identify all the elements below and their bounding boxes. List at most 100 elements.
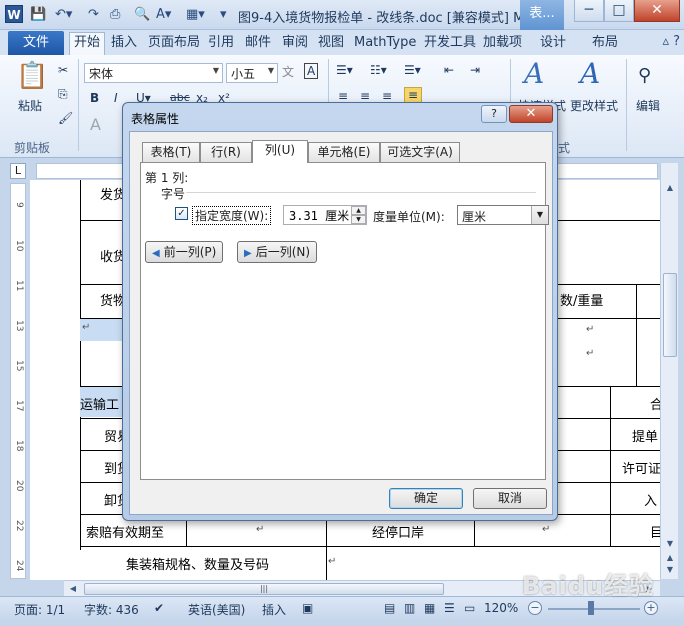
tab-references[interactable]: 引用 xyxy=(208,33,234,55)
justify-icon[interactable]: ≡ xyxy=(404,87,423,103)
preferred-width-label[interactable]: 指定宽度(W): xyxy=(192,206,272,225)
zoom-slider[interactable] xyxy=(548,608,640,610)
quick-styles-icon[interactable]: A xyxy=(524,57,544,90)
undo-icon[interactable]: ↶▾ xyxy=(55,6,72,24)
save-icon[interactable]: 💾 xyxy=(30,6,46,24)
print-layout-view-icon[interactable]: ▤ xyxy=(384,601,395,615)
cut-icon[interactable]: ✂ xyxy=(58,63,68,77)
zoom-out-icon[interactable]: − xyxy=(528,601,542,615)
tab-design[interactable]: 设计 xyxy=(540,33,566,55)
dialog-close-button[interactable]: ✕ xyxy=(509,105,553,123)
previous-column-button[interactable]: ◀ 前一列(P) xyxy=(145,241,224,263)
numbering-icon[interactable]: ☷▾ xyxy=(370,63,387,77)
multilevel-list-icon[interactable]: ☰▾ xyxy=(404,63,421,77)
phonetic-guide-icon[interactable]: 文 xyxy=(282,63,294,80)
italic-icon[interactable]: I xyxy=(114,91,118,105)
zoom-slider-thumb[interactable] xyxy=(588,601,594,615)
tab-insert[interactable]: 插入 xyxy=(111,33,137,55)
find-binoculars-icon[interactable]: ⚲ xyxy=(638,65,651,86)
zoom-in-icon[interactable]: + xyxy=(644,601,658,615)
ribbon-help-icons[interactable]: ▵ ? xyxy=(662,34,680,49)
tab-alt-text[interactable]: 可选文字(A) xyxy=(380,142,460,162)
ribbon-tabs: 文件 开始 插入 页面布局 引用 邮件 审阅 视图 MathType 开发工具 … xyxy=(0,30,684,56)
tab-review[interactable]: 审阅 xyxy=(282,33,308,55)
tab-cell[interactable]: 单元格(E) xyxy=(308,142,380,162)
copy-icon[interactable]: ⎘ xyxy=(58,87,68,102)
font-color-icon[interactable]: A▾ xyxy=(156,6,171,24)
minimize-button[interactable]: ─ xyxy=(574,0,604,22)
close-button[interactable]: ✕ xyxy=(634,0,680,22)
text-effects-icon[interactable]: A xyxy=(90,115,101,134)
arrow-left-icon: ◀ xyxy=(152,248,160,259)
bold-icon[interactable]: B xyxy=(90,91,99,105)
cancel-button[interactable]: 取消 xyxy=(473,488,547,509)
print-icon[interactable]: ⎙ xyxy=(110,6,120,24)
decrease-indent-icon[interactable]: ⇤ xyxy=(444,63,454,77)
horizontal-scroll-thumb[interactable]: ||| xyxy=(84,583,444,595)
ok-button[interactable]: 确定 xyxy=(389,488,463,509)
vertical-scrollbar[interactable]: ▲ ▼ ▲ ▼ xyxy=(660,163,678,579)
chevron-down-icon[interactable]: ▼ xyxy=(531,206,548,224)
tab-home[interactable]: 开始 xyxy=(69,32,106,56)
tab-column[interactable]: 列(U) xyxy=(252,140,308,163)
table-border xyxy=(636,284,637,386)
bullets-icon[interactable]: ☰▾ xyxy=(336,63,353,77)
scroll-up-icon[interactable]: ▲ xyxy=(663,181,677,195)
tab-addins[interactable]: 加载项 xyxy=(483,33,522,55)
table-tools-header: 表... xyxy=(520,0,564,30)
tab-page-layout[interactable]: 页面布局 xyxy=(148,33,200,55)
tab-file[interactable]: 文件 xyxy=(8,31,64,55)
width-spinner[interactable]: ▲ ▼ xyxy=(351,206,366,224)
increase-indent-icon[interactable]: ⇥ xyxy=(470,63,480,77)
redo-icon[interactable]: ↷ xyxy=(88,6,99,24)
spin-up-icon[interactable]: ▲ xyxy=(351,206,366,215)
spin-down-icon[interactable]: ▼ xyxy=(351,215,366,224)
tab-layout[interactable]: 布局 xyxy=(592,33,618,55)
page-count[interactable]: 页面: 1/1 xyxy=(14,601,65,618)
table-icon[interactable]: ▦▾ xyxy=(186,6,205,24)
proofing-icon[interactable]: ✔ xyxy=(154,601,164,615)
next-page-icon[interactable]: ▼ xyxy=(663,563,677,577)
scroll-left-icon[interactable]: ◀ xyxy=(66,582,80,596)
tab-view[interactable]: 视图 xyxy=(318,33,344,55)
word-count[interactable]: 字数: 436 xyxy=(84,601,139,618)
align-center-icon[interactable]: ≡ xyxy=(360,89,370,103)
format-painter-icon[interactable]: 🖌 xyxy=(58,111,73,125)
outline-view-icon[interactable]: ☰ xyxy=(444,601,455,615)
print-preview-icon[interactable]: 🔍 xyxy=(134,6,150,24)
next-column-button[interactable]: ▶ 后一列(N) xyxy=(237,241,318,263)
full-screen-view-icon[interactable]: ▥ xyxy=(404,601,415,615)
tab-developer[interactable]: 开发工具 xyxy=(424,33,476,55)
editing-button[interactable]: 编辑 xyxy=(636,97,660,114)
word-app-icon[interactable]: W xyxy=(5,5,23,23)
char-border-icon[interactable]: A xyxy=(304,63,319,79)
vertical-ruler[interactable]: 9 10 11 13 15 17 18 20 22 24 xyxy=(10,183,26,579)
tab-mailings[interactable]: 邮件 xyxy=(245,33,271,55)
draft-view-icon[interactable]: ▭ xyxy=(464,601,475,615)
maximize-button[interactable]: □ xyxy=(604,0,634,22)
tab-mathtype[interactable]: MathType xyxy=(354,33,416,55)
tab-table[interactable]: 表格(T) xyxy=(142,142,200,162)
insert-mode-status[interactable]: 插入 xyxy=(262,601,286,618)
vertical-scroll-thumb[interactable] xyxy=(663,273,677,357)
paste-button[interactable]: 粘贴 xyxy=(18,97,42,114)
unit-select[interactable]: 厘米 ▼ xyxy=(457,205,549,225)
customize-qa-icon[interactable]: ▾ xyxy=(220,6,227,24)
font-name-combo[interactable]: 宋体 ▼ xyxy=(84,63,223,83)
scroll-down-icon[interactable]: ▼ xyxy=(663,537,677,551)
dialog-help-button[interactable]: ? xyxy=(481,105,507,123)
align-left-icon[interactable]: ≡ xyxy=(338,89,348,103)
language-status[interactable]: 英语(美国) xyxy=(188,601,245,618)
doc-text: 入 xyxy=(644,494,658,509)
zoom-level[interactable]: 120% xyxy=(484,601,518,615)
change-styles-icon[interactable]: A xyxy=(580,57,600,90)
web-layout-view-icon[interactable]: ▦ xyxy=(424,601,435,615)
tab-selector[interactable]: L xyxy=(10,163,26,179)
align-right-icon[interactable]: ≡ xyxy=(382,89,392,103)
font-size-combo[interactable]: 小五 ▼ xyxy=(226,63,278,83)
preferred-width-checkbox[interactable]: ✓ xyxy=(175,207,188,220)
paste-icon[interactable]: 📋 xyxy=(16,61,48,91)
change-styles-button[interactable]: 更改样式 xyxy=(570,97,618,114)
macro-record-icon[interactable]: ▣ xyxy=(302,601,313,615)
tab-row[interactable]: 行(R) xyxy=(200,142,252,162)
